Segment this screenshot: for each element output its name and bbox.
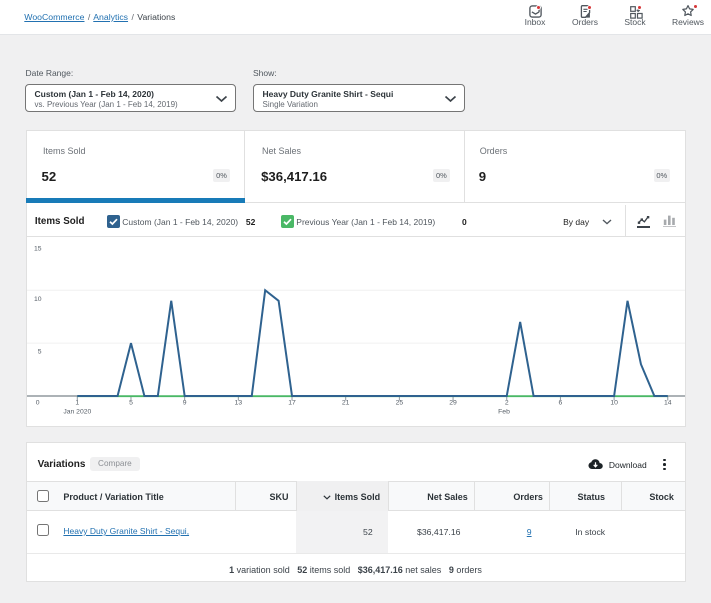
svg-text:10: 10 [34, 296, 42, 303]
svg-text:21: 21 [342, 399, 350, 406]
svg-text:Jan 2020: Jan 2020 [63, 408, 91, 415]
svg-text:15: 15 [34, 245, 42, 252]
svg-text:2: 2 [505, 399, 509, 406]
svg-text:0: 0 [36, 399, 40, 406]
svg-text:6: 6 [559, 399, 563, 406]
svg-text:13: 13 [235, 399, 243, 406]
svg-text:14: 14 [664, 399, 672, 406]
svg-text:Feb: Feb [498, 408, 510, 415]
svg-text:5: 5 [129, 399, 133, 406]
svg-text:10: 10 [610, 399, 618, 406]
svg-text:1: 1 [75, 399, 79, 406]
svg-text:29: 29 [449, 399, 457, 406]
svg-text:9: 9 [183, 399, 187, 406]
svg-text:25: 25 [396, 399, 404, 406]
svg-text:5: 5 [38, 349, 42, 356]
svg-text:17: 17 [288, 399, 296, 406]
